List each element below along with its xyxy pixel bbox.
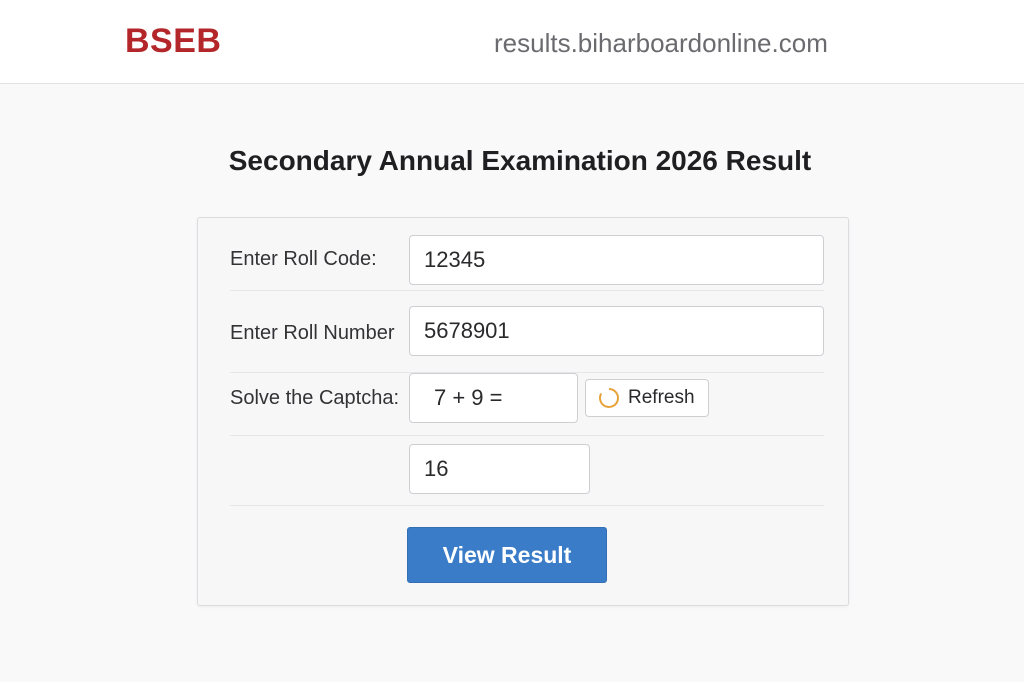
- view-result-button[interactable]: View Result: [407, 527, 607, 583]
- bseb-logo[interactable]: BSEB: [125, 22, 221, 61]
- roll-number-input[interactable]: 5678901: [409, 306, 824, 356]
- site-url: results.biharboardonline.com: [494, 28, 828, 58]
- refresh-label: Refresh: [628, 387, 695, 408]
- captcha-answer-input[interactable]: 16: [409, 444, 590, 494]
- row-divider: [230, 505, 824, 506]
- refresh-icon: [598, 387, 620, 409]
- captcha-question: 7 + 9 =: [409, 373, 578, 423]
- row-divider: [230, 290, 824, 291]
- roll-code-input[interactable]: 12345: [409, 235, 824, 285]
- refresh-captcha-button[interactable]: Refresh: [585, 379, 709, 417]
- roll-code-label: Enter Roll Code:: [230, 248, 377, 270]
- result-form-card: Enter Roll Code: 12345 Enter Roll Number…: [197, 217, 849, 606]
- site-header: BSEB results.biharboardonline.com: [0, 0, 1024, 84]
- captcha-label: Solve the Captcha:: [230, 387, 399, 409]
- page-title: Secondary Annual Examination 2026 Result: [228, 145, 812, 176]
- row-divider: [230, 435, 824, 436]
- roll-number-label: Enter Roll Number: [230, 322, 395, 344]
